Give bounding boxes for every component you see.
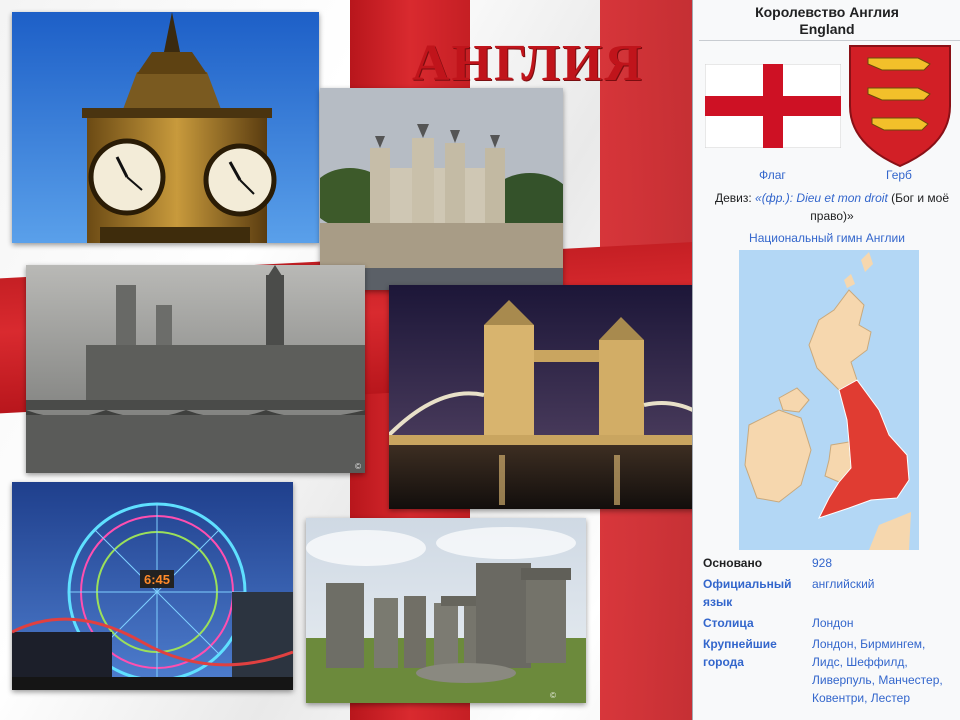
fact-row-founded: Основано 928: [703, 554, 959, 572]
westminster-fog-photo: ©: [26, 265, 365, 473]
motto-text-link[interactable]: Dieu et mon droit: [796, 191, 887, 205]
infobox-separator: [699, 40, 960, 41]
stonehenge-photo: ©: [306, 518, 586, 703]
motto-label: Девиз:: [714, 191, 752, 205]
fact-value-link[interactable]: Лондон, Бирмингем, Лидс, Шеффилд, Ливерп…: [812, 635, 957, 707]
infobox-title-en: England: [799, 21, 855, 37]
anthem-link[interactable]: Национальный гимн Англии: [693, 231, 960, 245]
fact-row-capital: Столица Лондон: [703, 614, 959, 632]
fact-key: Основано: [703, 556, 763, 570]
slide-title: АНГЛИЯ: [412, 35, 644, 92]
coa-caption-link[interactable]: Герб: [886, 168, 912, 182]
fact-key-link[interactable]: Столица: [703, 614, 812, 632]
fact-row-largest-cities: Крупнейшие города Лондон, Бирмингем, Лид…: [703, 635, 959, 707]
fact-value-link[interactable]: Лондон: [812, 614, 957, 632]
big-ben-photo: [12, 12, 319, 243]
infobox-title: Королевство Англия England: [693, 0, 960, 38]
fact-value-link[interactable]: английский: [812, 575, 957, 611]
motto-lang-link[interactable]: «(фр.):: [755, 191, 793, 205]
fact-key-link[interactable]: Крупнейшие города: [703, 635, 812, 707]
infobox-title-ru: Королевство Англия: [755, 4, 899, 20]
tower-of-london-photo: [320, 88, 563, 290]
coat-of-arms-image[interactable]: [848, 44, 952, 168]
fact-value-link[interactable]: 928: [812, 554, 957, 572]
england-flag-image[interactable]: [704, 63, 842, 149]
motto: Девиз: «(фр.): Dieu et mon droit (Бог и …: [707, 189, 957, 225]
infobox-facts-table: Основано 928 Официальный язык английский…: [703, 554, 959, 710]
england-location-map[interactable]: [739, 250, 919, 550]
fact-row-language: Официальный язык английский: [703, 575, 959, 611]
wheel-clock-text: 6:45: [144, 572, 170, 587]
fact-key-link[interactable]: Официальный язык: [703, 575, 812, 611]
flag-caption-link[interactable]: Флаг: [759, 168, 786, 182]
ferris-wheel-night-photo: 6:45: [12, 482, 293, 690]
tower-bridge-night-photo: [389, 285, 725, 509]
wikipedia-infobox: Королевство Англия England Флаг Герб Дев…: [692, 0, 960, 720]
